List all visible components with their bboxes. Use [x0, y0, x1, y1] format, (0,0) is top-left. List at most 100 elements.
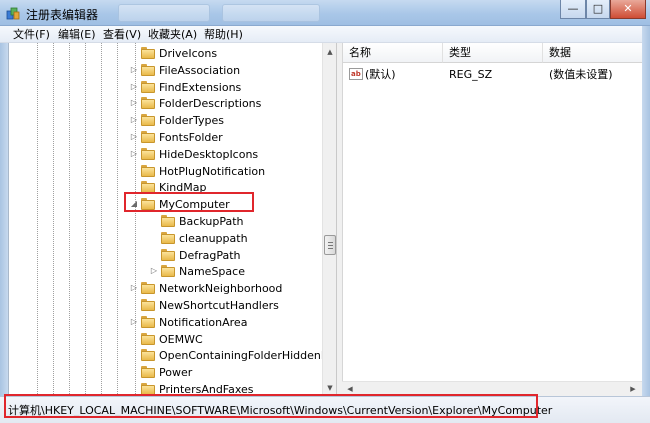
value-name[interactable]: (默认)	[365, 67, 396, 82]
scroll-up-arrow-icon[interactable]: ▲	[323, 45, 337, 59]
value-data: (数值未设置)	[549, 68, 613, 81]
expand-arrow-icon[interactable]: ▷	[129, 97, 139, 109]
scroll-left-arrow-icon[interactable]: ◀	[343, 382, 357, 397]
tree-item-label: HotPlugNotification	[159, 164, 266, 178]
expand-arrow-icon[interactable]	[129, 165, 139, 177]
tree-item[interactable]: ▷ FolderDescriptions	[9, 95, 329, 112]
expand-arrow-icon[interactable]: ▷	[129, 81, 139, 93]
registry-key-tree[interactable]: DriveIcons ▷ FileAssociation ▷ FindExtension…	[8, 43, 334, 396]
tree-item[interactable]: OEMWC	[9, 331, 329, 348]
expand-arrow-icon[interactable]	[149, 232, 159, 244]
background-window-tab	[118, 4, 210, 22]
scroll-thumb[interactable]	[324, 235, 336, 255]
menu-help[interactable]: 帮助(H)	[201, 27, 246, 42]
folder-icon	[161, 231, 175, 244]
tree-item-label: NetworkNeighborhood	[159, 282, 283, 296]
expand-arrow-icon[interactable]	[129, 181, 139, 193]
folder-icon	[161, 248, 175, 261]
tree-item[interactable]: cleanuppath	[9, 230, 329, 247]
folder-icon	[141, 63, 155, 76]
tree-item-label: OpenContainingFolderHiddenList	[159, 349, 334, 363]
tree-item[interactable]: HotPlugNotification	[9, 163, 329, 180]
expand-arrow-icon[interactable]: ▷	[129, 282, 139, 294]
close-button[interactable]: ✕	[610, 0, 646, 19]
tree-item[interactable]: ▷ FindExtensions	[9, 79, 329, 96]
tree-item[interactable]: ▷ FontsFolder	[9, 129, 329, 146]
title-bar[interactable]: 注册表编辑器 — □ ✕	[0, 0, 650, 26]
expand-arrow-icon[interactable]: ▷	[129, 131, 139, 143]
scroll-down-arrow-icon[interactable]: ▼	[323, 381, 337, 395]
expand-arrow-icon[interactable]	[129, 333, 139, 345]
folder-icon	[141, 47, 155, 59]
tree-item[interactable]: ▷ FileAssociation	[9, 62, 329, 79]
tree-item[interactable]: PrintersAndFaxes	[9, 381, 329, 396]
expand-arrow-icon[interactable]	[129, 47, 139, 59]
tree-item[interactable]: ▷ HideDesktopIcons	[9, 146, 329, 163]
expand-arrow-icon[interactable]: ▷	[129, 316, 139, 328]
background-window-tab	[222, 4, 320, 22]
tree-item[interactable]: ▷ NetworkNeighborhood	[9, 280, 329, 297]
folder-icon	[141, 299, 155, 311]
tree-item[interactable]: OpenContainingFolderHiddenList	[9, 347, 334, 364]
tree-item-label: FindExtensions	[159, 80, 242, 94]
tree-item-label: DefragPath	[179, 248, 241, 262]
tree-item[interactable]: DefragPath	[9, 247, 329, 264]
tree-item-label: Power	[159, 366, 193, 380]
folder-icon	[141, 131, 155, 143]
tree-item[interactable]: Power	[9, 364, 329, 381]
scroll-right-arrow-icon[interactable]: ▶	[626, 382, 640, 397]
window-frame-right	[642, 26, 650, 423]
menu-favorites[interactable]: 收藏夹(A)	[145, 27, 200, 42]
menu-file[interactable]: 文件(F)	[10, 27, 53, 42]
tree-vertical-scrollbar[interactable]: ▲ ▼	[322, 43, 336, 396]
expand-arrow-icon[interactable]	[149, 215, 159, 227]
menu-edit[interactable]: 编辑(E)	[55, 27, 99, 42]
tree-item-label: BackupPath	[179, 215, 244, 228]
tree-item-label: DriveIcons	[159, 47, 218, 60]
expand-arrow-icon[interactable]: ▷	[129, 64, 139, 76]
folder-icon	[141, 164, 155, 177]
tree-item-label: MyComputer	[159, 198, 230, 212]
collapse-arrow-icon[interactable]: ◢	[129, 198, 139, 210]
expand-arrow-icon[interactable]: ▷	[129, 148, 139, 160]
menu-view[interactable]: 查看(V)	[100, 27, 144, 42]
tree-item[interactable]: BackupPath	[9, 213, 329, 230]
menu-bar: 文件(F) 编辑(E) 查看(V) 收藏夹(A) 帮助(H)	[0, 26, 650, 43]
folder-icon	[141, 366, 155, 379]
tree-item[interactable]: ▷ NotificationArea	[9, 314, 329, 331]
registry-value-list[interactable]: 名称 类型 数据 ab (默认) REG_SZ (数值未设置)	[342, 43, 643, 396]
expand-arrow-icon[interactable]	[129, 299, 139, 311]
tree-item[interactable]: ▷ NameSpace	[9, 263, 329, 280]
status-bar: 计算机\HKEY_LOCAL_MACHINE\SOFTWARE\Microsof…	[0, 396, 650, 423]
expand-arrow-icon[interactable]	[129, 366, 139, 378]
tree-item-label: KindMap	[159, 181, 207, 195]
expand-arrow-icon[interactable]: ▷	[129, 114, 139, 126]
current-key-path: 计算机\HKEY_LOCAL_MACHINE\SOFTWARE\Microsof…	[8, 404, 553, 417]
maximize-button[interactable]: □	[586, 0, 610, 19]
column-header-name[interactable]: 名称	[343, 43, 443, 63]
folder-icon	[141, 80, 155, 93]
expand-arrow-icon[interactable]: ▷	[149, 265, 159, 277]
tree-item-label: OEMWC	[159, 332, 203, 346]
minimize-button[interactable]: —	[560, 0, 586, 19]
expand-arrow-icon[interactable]	[129, 383, 139, 395]
tree-item[interactable]: ◢ MyComputer	[9, 196, 329, 213]
tree-item[interactable]: KindMap	[9, 179, 329, 196]
tree-item[interactable]: ▷ FolderTypes	[9, 112, 329, 129]
folder-icon	[141, 315, 155, 328]
tree-item-label: NameSpace	[179, 265, 245, 279]
tree-item-label: FileAssociation	[159, 63, 241, 77]
registry-editor-icon	[6, 7, 20, 20]
folder-icon	[141, 282, 155, 295]
expand-arrow-icon[interactable]	[129, 349, 139, 361]
tree-item-label: FontsFolder	[159, 131, 223, 144]
list-horizontal-scrollbar[interactable]: ◀ ▶	[342, 381, 642, 396]
tree-item[interactable]: DriveIcons	[9, 45, 329, 62]
folder-icon	[161, 215, 175, 227]
column-header-data[interactable]: 数据	[543, 43, 643, 63]
tree-item-label: cleanuppath	[179, 231, 248, 245]
tree-item[interactable]: NewShortcutHandlers	[9, 297, 329, 314]
expand-arrow-icon[interactable]	[149, 249, 159, 261]
column-header-type[interactable]: 类型	[443, 43, 543, 63]
tree-item-label: NotificationArea	[159, 315, 248, 329]
